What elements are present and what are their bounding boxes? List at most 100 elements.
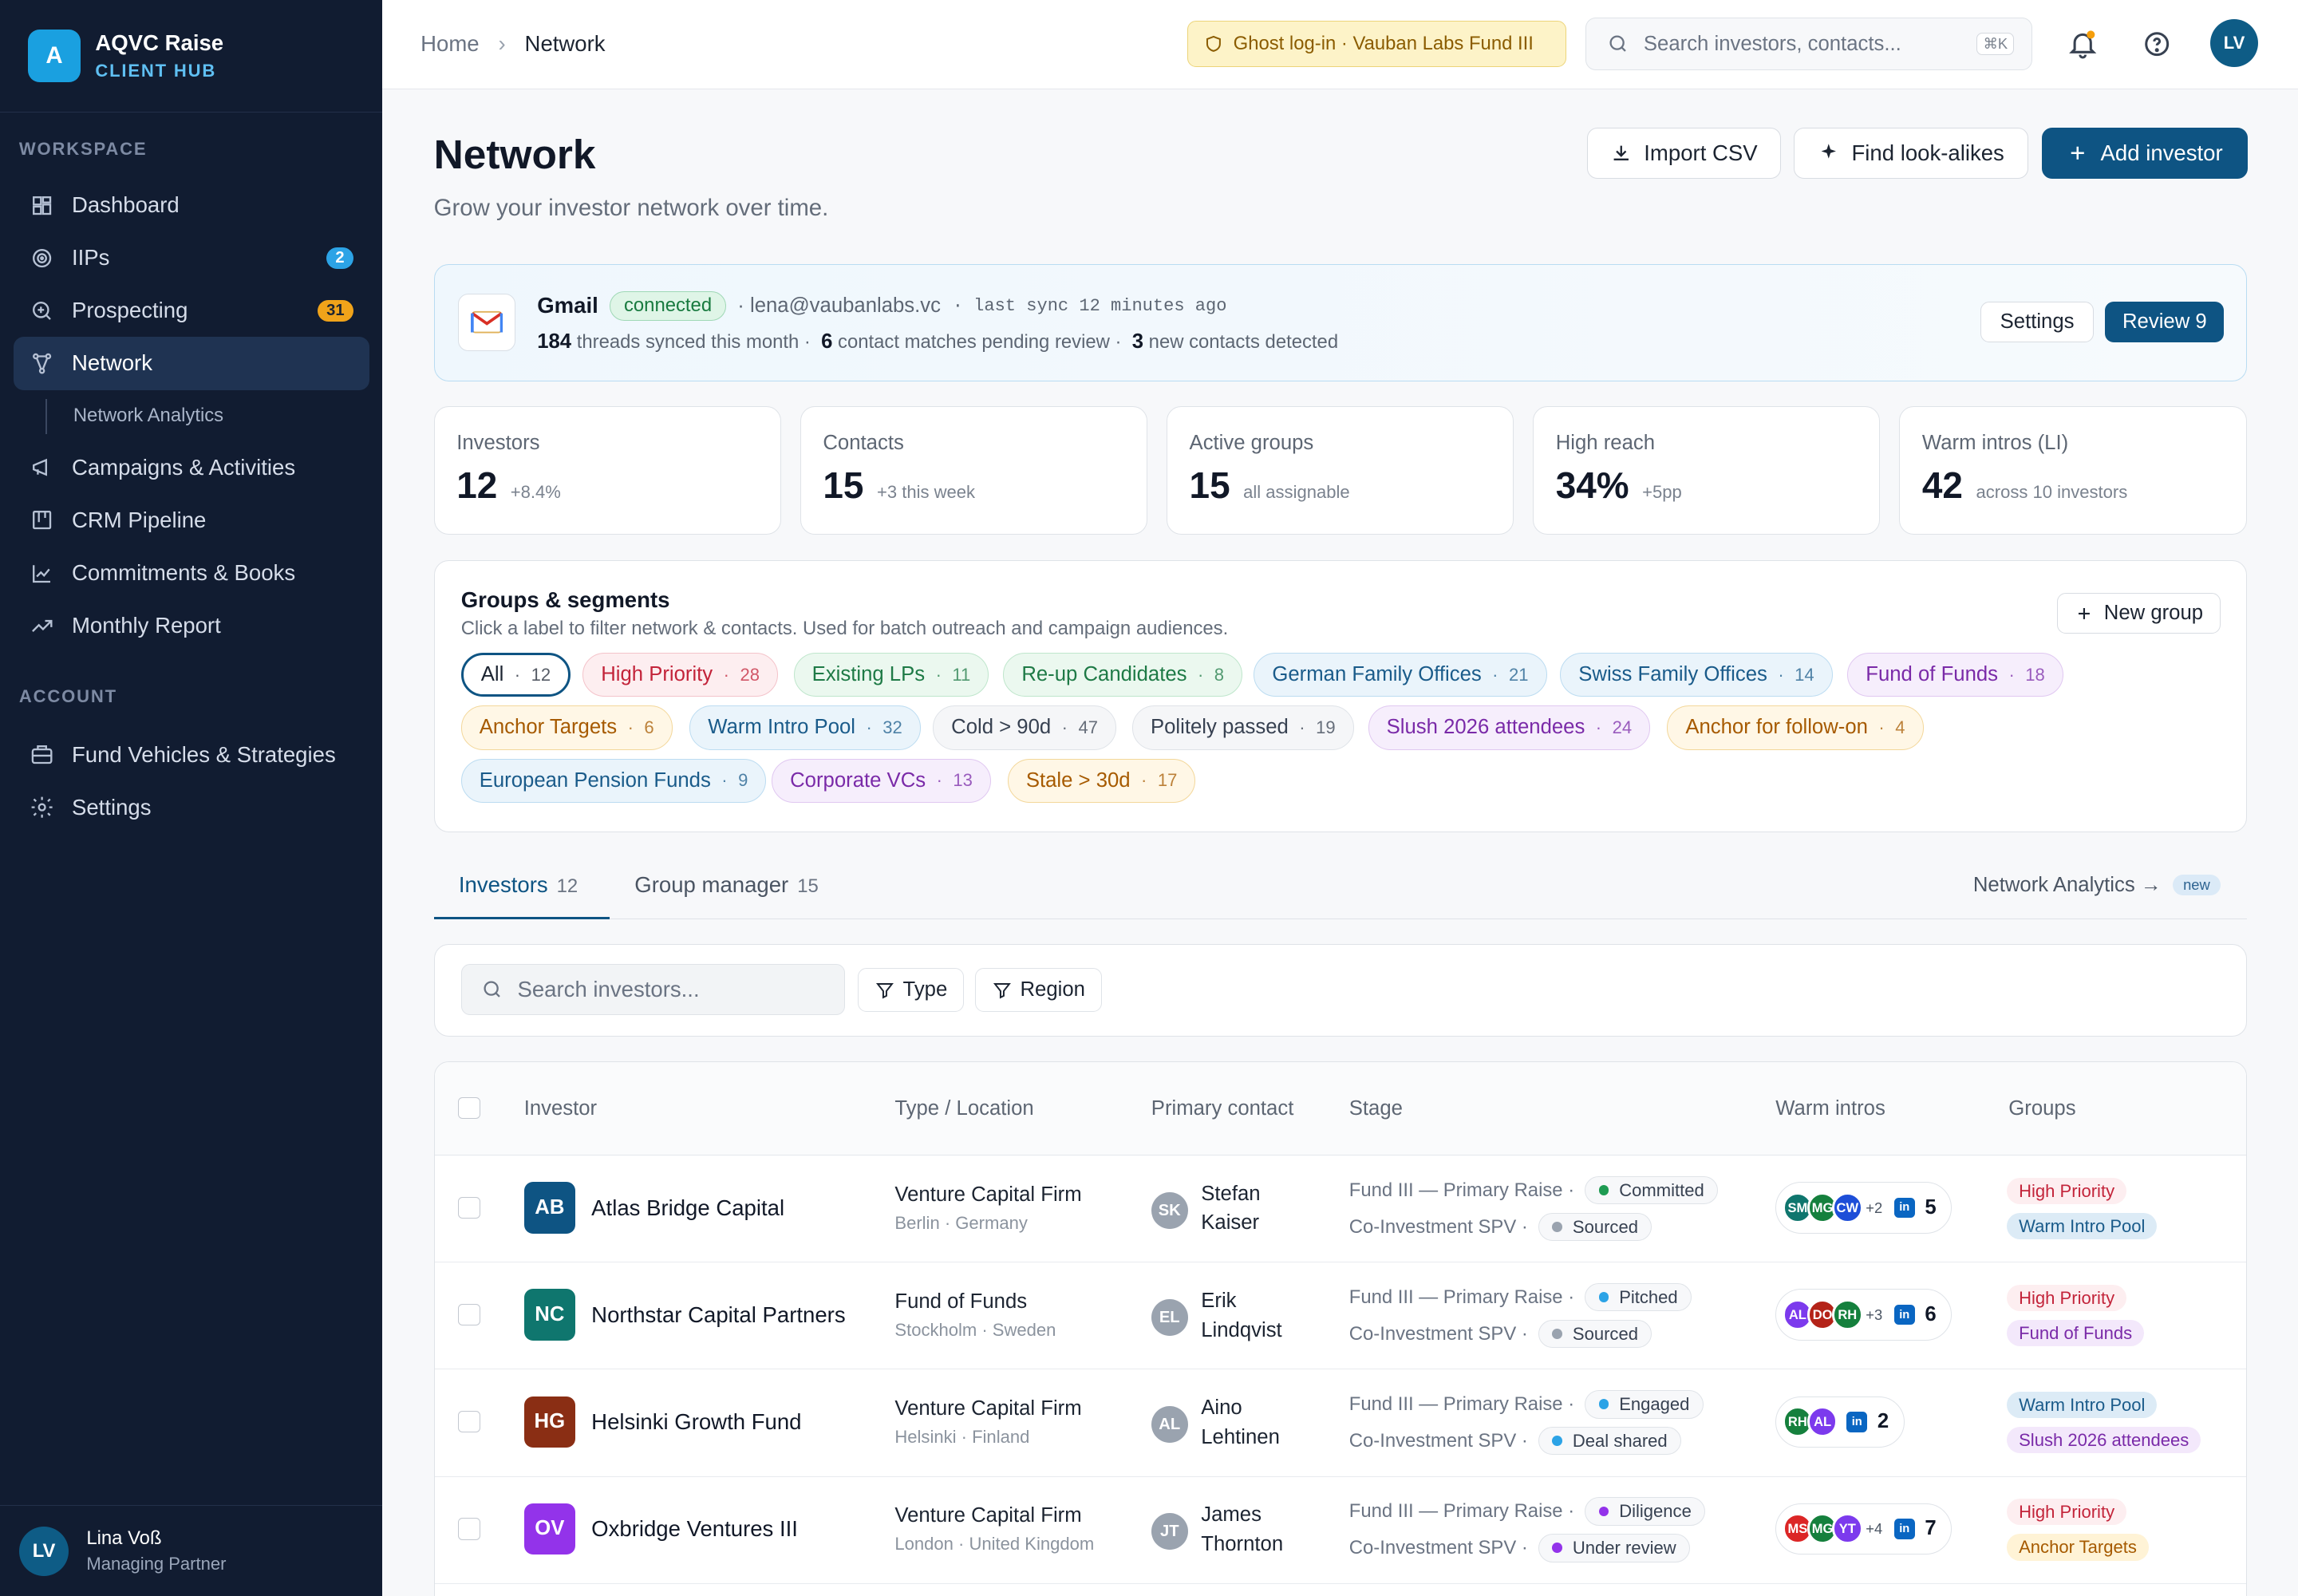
sidebar-item-dashboard[interactable]: Dashboard: [14, 179, 369, 231]
contact-name[interactable]: Stefan Kaiser: [1201, 1179, 1304, 1238]
warm-intros[interactable]: MS MG YT +4 in 7: [1775, 1503, 1953, 1555]
investor-name[interactable]: Atlas Bridge Capital: [591, 1195, 784, 1221]
group-tag[interactable]: High Priority: [2007, 1177, 2126, 1205]
group-chip-label: Fund of Funds: [1866, 663, 1999, 686]
brand[interactable]: A AQVC Raise CLIENT HUB: [0, 0, 383, 113]
table-row[interactable]: OV Oxbridge Ventures III Venture Capital F…: [434, 1477, 2246, 1584]
group-tag[interactable]: Warm Intro Pool: [2007, 1212, 2158, 1240]
group-chip[interactable]: Corporate VCs · 13: [772, 758, 991, 803]
warm-intro-count: 5: [1925, 1196, 1937, 1219]
find-lookalikes-button[interactable]: Find look-alikes: [1794, 127, 2028, 180]
stage-pill[interactable]: Under review: [1538, 1534, 1691, 1562]
sidebar-item-fund-vehicles-strategies[interactable]: Fund Vehicles & Strategies: [14, 729, 369, 781]
investor-name[interactable]: Helsinki Growth Fund: [591, 1409, 801, 1435]
help-icon[interactable]: [2141, 28, 2173, 60]
add-investor-button[interactable]: Add investor: [2041, 127, 2249, 180]
status-dot: [1552, 1222, 1563, 1233]
sidebar-item-prospecting[interactable]: Prospecting 31: [14, 284, 369, 337]
header-stage[interactable]: Stage: [1349, 1097, 1403, 1120]
warm-intros[interactable]: RH AL in 2: [1775, 1396, 1905, 1448]
sidebar-item-monthly-report[interactable]: Monthly Report: [14, 599, 369, 652]
warm-intros[interactable]: SM MG CW +2 in 5: [1775, 1182, 1953, 1234]
global-search-input[interactable]: Search investors, contacts... ⌘K: [1585, 18, 2033, 71]
stage-pill[interactable]: Deal shared: [1538, 1427, 1682, 1456]
group-chip[interactable]: Re-up Candidates · 8: [1003, 653, 1243, 697]
sidebar-item-campaigns-activities[interactable]: Campaigns & Activities: [14, 441, 369, 494]
group-chip[interactable]: Politely passed · 19: [1131, 705, 1354, 750]
group-tag[interactable]: High Priority: [2007, 1499, 2126, 1526]
row-checkbox[interactable]: [458, 1303, 480, 1326]
investor-name[interactable]: Northstar Capital Partners: [591, 1302, 845, 1328]
group-chip[interactable]: Stale > 30d · 17: [1007, 758, 1196, 803]
user-profile[interactable]: LV Lina Voß Managing Partner: [0, 1505, 383, 1596]
group-tag[interactable]: Warm Intro Pool: [2007, 1392, 2158, 1419]
sidebar-item-network-analytics[interactable]: Network Analytics: [73, 405, 223, 427]
warm-intros[interactable]: AL DO RH +3 in 6: [1775, 1289, 1953, 1341]
avatar[interactable]: LV: [2209, 18, 2259, 68]
row-checkbox[interactable]: [458, 1196, 480, 1219]
group-chip[interactable]: German Family Offices · 21: [1254, 653, 1547, 697]
type-filter-button[interactable]: Type: [858, 968, 965, 1013]
stage-name: Co-Investment SPV: [1348, 1429, 1517, 1452]
group-chip[interactable]: Slush 2026 attendees · 24: [1368, 705, 1651, 750]
group-tag[interactable]: High Priority: [2007, 1284, 2126, 1312]
region-filter-button[interactable]: Region: [975, 968, 1103, 1013]
group-tag[interactable]: Slush 2026 attendees: [2007, 1427, 2201, 1454]
group-chip[interactable]: Fund of Funds · 18: [1847, 653, 2063, 697]
review-button[interactable]: Review 9: [2105, 301, 2225, 342]
group-chip[interactable]: Anchor Targets · 6: [460, 705, 673, 750]
header-groups[interactable]: Groups: [2008, 1097, 2075, 1120]
import-csv-button[interactable]: Import CSV: [1587, 127, 1781, 180]
network-analytics-link[interactable]: Network Analytics → new: [1973, 874, 2221, 897]
stage-pill[interactable]: Sourced: [1538, 1212, 1652, 1242]
global-search-placeholder: Search investors, contacts...: [1643, 32, 1901, 55]
tab-investors[interactable]: Investors 12: [459, 872, 578, 898]
stage-pill[interactable]: Sourced: [1538, 1320, 1652, 1349]
sidebar-item-commitments-books[interactable]: Commitments & Books: [14, 547, 369, 599]
sidebar-item-crm-pipeline[interactable]: CRM Pipeline: [14, 494, 369, 547]
group-chip-label: Politely passed: [1150, 716, 1289, 739]
separator: ·: [717, 770, 732, 791]
select-all-checkbox[interactable]: [458, 1096, 480, 1120]
gmail-settings-button[interactable]: Settings: [1980, 301, 2094, 342]
table-row[interactable]: NC Northstar Capital Partners Fund of Fund…: [434, 1262, 2246, 1370]
stage-pill[interactable]: Diligence: [1585, 1497, 1706, 1526]
linkedin-icon: in: [1893, 1304, 1915, 1325]
group-chip[interactable]: European Pension Funds · 9: [460, 758, 767, 803]
new-group-button[interactable]: New group: [2056, 593, 2221, 634]
group-chip[interactable]: Anchor for follow-on · 4: [1667, 705, 1924, 750]
group-chip[interactable]: High Priority · 28: [582, 653, 778, 697]
group-chip[interactable]: All · 12: [460, 653, 571, 697]
row-checkbox[interactable]: [458, 1410, 480, 1433]
table-row[interactable]: HG Helsinki Growth Fund Venture Capital Fi…: [434, 1369, 2246, 1477]
group-tag[interactable]: Fund of Funds: [2007, 1320, 2144, 1347]
breadcrumb-home[interactable]: Home: [421, 31, 479, 57]
group-chip[interactable]: Swiss Family Offices · 14: [1560, 653, 1833, 697]
group-chip[interactable]: Existing LPs · 11: [793, 653, 989, 697]
header-investor[interactable]: Investor: [524, 1097, 597, 1120]
bell-icon[interactable]: [2067, 28, 2099, 60]
sidebar-item-network[interactable]: Network: [13, 337, 369, 390]
ghost-login-banner[interactable]: Ghost log-in · Vauban Labs Fund III: [1187, 20, 1567, 68]
group-tag[interactable]: Anchor Targets: [2007, 1534, 2149, 1561]
row-checkbox[interactable]: [458, 1517, 480, 1540]
contact-name[interactable]: Erik Lindqvist: [1201, 1286, 1304, 1345]
sidebar-item-iips[interactable]: IIPs 2: [14, 231, 369, 284]
stat-value: 42: [1921, 464, 1963, 506]
table-row[interactable]: AB Atlas Bridge Capital Venture Capital Fi…: [434, 1156, 2246, 1263]
investor-search-input[interactable]: Search investors...: [460, 963, 845, 1015]
investor-name[interactable]: Oxbridge Ventures III: [591, 1516, 798, 1542]
header-warm-intros[interactable]: Warm intros: [1775, 1097, 1885, 1120]
header-type[interactable]: Type / Location: [894, 1097, 1033, 1120]
sidebar-item-settings[interactable]: Settings: [14, 781, 369, 834]
contact-name[interactable]: Aino Lehtinen: [1201, 1393, 1304, 1452]
group-chip[interactable]: Cold > 90d · 47: [933, 705, 1117, 750]
group-chip[interactable]: Warm Intro Pool · 32: [689, 705, 921, 750]
stage-pill[interactable]: Engaged: [1585, 1390, 1704, 1419]
tab-group-manager[interactable]: Group manager 15: [634, 872, 819, 898]
contact-name[interactable]: James Thornton: [1201, 1500, 1304, 1558]
sidebar-item-label: Fund Vehicles & Strategies: [71, 741, 336, 767]
stage-pill[interactable]: Pitched: [1585, 1283, 1692, 1312]
stage-pill[interactable]: Committed: [1585, 1176, 1719, 1205]
header-contact[interactable]: Primary contact: [1151, 1097, 1294, 1120]
